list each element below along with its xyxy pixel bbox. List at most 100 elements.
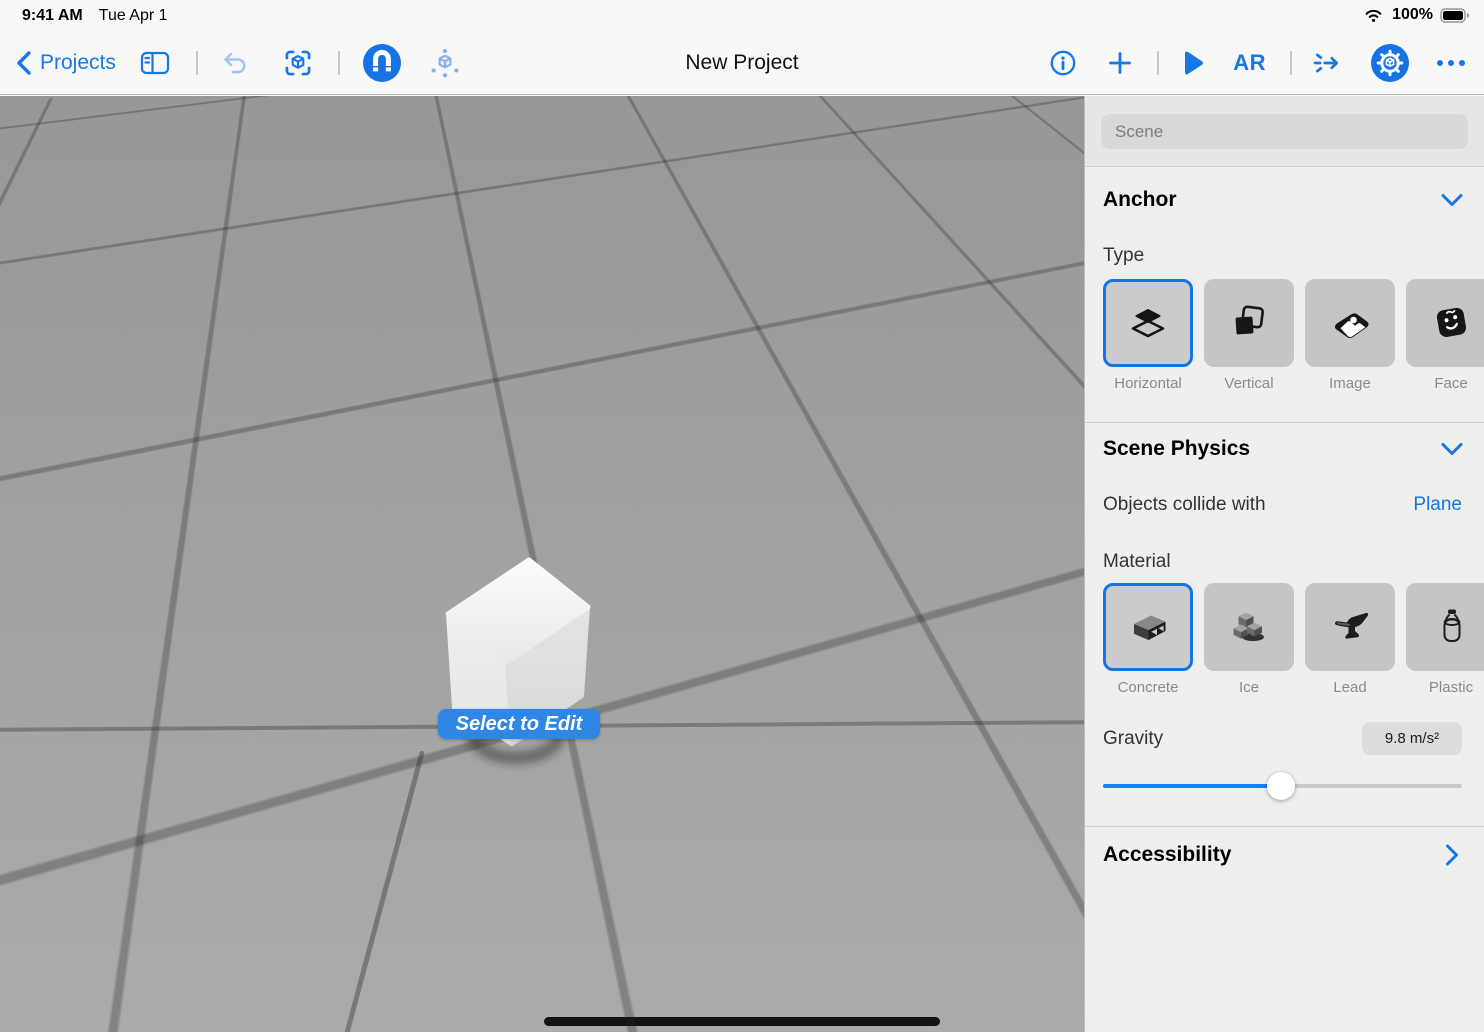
- tile-label: Concrete: [1118, 679, 1179, 696]
- tile-label: Vertical: [1224, 375, 1273, 392]
- ice-cubes-icon: [1226, 604, 1272, 650]
- tile-label: Ice: [1239, 679, 1259, 696]
- frame-object-button[interactable]: [282, 47, 314, 79]
- face-anchor-icon: [1428, 300, 1474, 346]
- toolbar-left-group: Projects: [14, 32, 460, 94]
- chevron-left-icon: [14, 50, 34, 76]
- inspector-body: Anchor Type: [1085, 188, 1484, 867]
- status-date: Tue Apr 1: [99, 7, 168, 25]
- top-toolbar: 9:41 AM Tue Apr 1 100% New Pro: [0, 0, 1484, 95]
- vertical-tile-button[interactable]: [1204, 279, 1294, 367]
- type-label: Type: [1103, 245, 1484, 267]
- toolbar-separator: [196, 51, 198, 75]
- undo-icon: [222, 50, 250, 76]
- status-time: 9:41 AM: [22, 7, 83, 25]
- anchor-section-header: Anchor: [1103, 188, 1484, 212]
- physics-cube-icon: [430, 48, 460, 78]
- inspector-header: Scene: [1085, 96, 1484, 166]
- lead-tile-button[interactable]: [1305, 583, 1395, 671]
- plastic-tile-button[interactable]: [1406, 583, 1484, 671]
- anvil-icon: [1327, 604, 1373, 650]
- tile-label: Image: [1329, 375, 1371, 392]
- tile-label: Horizontal: [1114, 375, 1182, 392]
- battery-icon: [1440, 8, 1470, 23]
- scene-settings-button[interactable]: [1370, 43, 1410, 83]
- vertical-plane-icon: [1226, 300, 1272, 346]
- collide-label: Objects collide with: [1103, 494, 1266, 516]
- scene-name-field[interactable]: Scene: [1101, 114, 1468, 149]
- play-button[interactable]: [1181, 50, 1205, 76]
- gravity-row: Gravity 9.8 m/s²: [1103, 722, 1484, 755]
- material-options: Concrete: [1103, 583, 1484, 696]
- status-bar-left: 9:41 AM Tue Apr 1: [22, 7, 168, 25]
- anchor-title: Anchor: [1103, 188, 1177, 212]
- app-screen: 9:41 AM Tue Apr 1 100% New Pro: [0, 0, 1484, 1032]
- anchor-collapse-button[interactable]: [1440, 192, 1464, 208]
- face-tile-button[interactable]: [1406, 279, 1484, 367]
- tile-label: Lead: [1333, 679, 1366, 696]
- image-tile-button[interactable]: [1305, 279, 1395, 367]
- slider-thumb[interactable]: [1267, 772, 1295, 800]
- collide-value-button[interactable]: Plane: [1413, 494, 1462, 516]
- toolbar-right-group: AR: [1049, 32, 1466, 94]
- anchor-type-face: Face: [1406, 279, 1484, 392]
- anchor-type-horizontal: Horizontal: [1103, 279, 1193, 392]
- send-behavior-button[interactable]: [1312, 48, 1342, 78]
- more-button[interactable]: [1436, 58, 1466, 68]
- gravity-value-badge: 9.8 m/s²: [1362, 722, 1462, 755]
- status-bar-right: 100%: [1362, 6, 1470, 24]
- horizontal-tile-button[interactable]: [1103, 279, 1193, 367]
- anchor-type-image: Image: [1305, 279, 1395, 392]
- physics-collapse-button[interactable]: [1440, 441, 1464, 457]
- cube-object[interactable]: [430, 536, 630, 776]
- inspector-panel: Scene Anchor Type: [1084, 96, 1484, 1032]
- home-indicator[interactable]: [544, 1017, 940, 1026]
- bottle-icon: [1428, 604, 1474, 650]
- accessibility-title: Accessibility: [1103, 843, 1231, 867]
- physics-preview-button[interactable]: [430, 48, 460, 78]
- info-button[interactable]: [1049, 49, 1077, 77]
- horizontal-plane-icon: [1125, 300, 1171, 346]
- tile-label: Face: [1434, 375, 1467, 392]
- ar-view-button[interactable]: AR: [1233, 50, 1266, 76]
- material-label: Material: [1103, 551, 1484, 573]
- toolbar-separator: [1290, 51, 1292, 75]
- add-object-button[interactable]: [1107, 50, 1133, 76]
- slider-fill: [1103, 784, 1281, 788]
- play-icon: [1181, 50, 1205, 76]
- toolbar-separator: [1157, 51, 1159, 75]
- scene-settings-gear-icon: [1370, 43, 1410, 83]
- gravity-slider[interactable]: [1103, 772, 1462, 800]
- image-anchor-icon: [1327, 300, 1373, 346]
- concrete-block-icon: [1125, 604, 1171, 650]
- snap-toggle-button[interactable]: [362, 43, 402, 83]
- plus-icon: [1107, 50, 1133, 76]
- concrete-tile-button[interactable]: [1103, 583, 1193, 671]
- scene-canvas[interactable]: Select to Edit: [0, 96, 1084, 1032]
- chevron-right-icon: [1444, 843, 1460, 867]
- divider: [1085, 422, 1484, 423]
- material-concrete: Concrete: [1103, 583, 1193, 696]
- divider: [1085, 826, 1484, 827]
- chevron-down-icon: [1440, 192, 1464, 208]
- gravity-label: Gravity: [1103, 728, 1163, 750]
- wifi-icon: [1362, 6, 1385, 24]
- accessibility-disclosure-button[interactable]: [1444, 843, 1460, 867]
- ice-tile-button[interactable]: [1204, 583, 1294, 671]
- main-area: Select to Edit Scene Anchor: [0, 96, 1484, 1032]
- material-plastic: Plastic: [1406, 583, 1484, 696]
- sidebar-icon: [140, 50, 170, 76]
- material-ice: Ice: [1204, 583, 1294, 696]
- sidebar-toggle-button[interactable]: [140, 50, 170, 76]
- collide-row: Objects collide with Plane: [1103, 494, 1484, 516]
- physics-section-header: Scene Physics: [1103, 437, 1484, 461]
- select-to-edit-callout[interactable]: Select to Edit: [438, 709, 600, 739]
- tile-label: Plastic: [1429, 679, 1473, 696]
- chevron-down-icon: [1440, 441, 1464, 457]
- toolbar-separator: [338, 51, 340, 75]
- undo-button[interactable]: [222, 50, 250, 76]
- back-projects-button[interactable]: Projects: [14, 50, 116, 76]
- info-icon: [1049, 49, 1077, 77]
- anchor-type-vertical: Vertical: [1204, 279, 1294, 392]
- battery-percent: 100%: [1392, 6, 1433, 24]
